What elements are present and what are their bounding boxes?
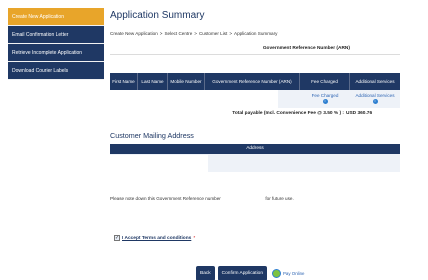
note-text-after: for future use. [265,196,294,202]
redacted-block [110,90,278,108]
page-title: Application Summary [110,10,205,21]
fee-charged-cell: Fee Charged i [300,93,350,104]
mailing-address-title: Customer Mailing Address [110,131,194,140]
column-header-mobile-number: Mobile Number [168,73,205,90]
confirm-application-button[interactable]: Confirm Application [217,266,267,280]
main-content: Application Summary Create New Applicati… [110,10,400,280]
breadcrumb-item: Create New Application [110,31,158,36]
column-header-last-name: Last Name [138,73,168,90]
column-header-fee-charged: Fee Charged [300,73,350,90]
total-payable-row: Total payable (Incl. Convenience Fee @ 3… [110,109,400,119]
sidebar-item-retrieve-incomplete-application[interactable]: Retrieve Incomplete Application [8,44,104,62]
sidebar-item-create-new-application[interactable]: Create New Application [8,8,104,26]
breadcrumb-separator: > [159,31,163,36]
terms-row: ✓ I Accept Terms and conditions * [114,235,195,241]
additional-services-link[interactable]: Additional Services [350,93,400,98]
arn-note: Please note down this Government Referen… [110,196,294,202]
action-buttons: Back Confirm Application Pay Online [196,266,304,280]
sidebar-nav: Create New Application Email Confirmatio… [8,8,104,80]
info-icon[interactable]: i [322,99,328,104]
column-header-additional-services: Additional Services [355,78,395,84]
fee-charged-link[interactable]: Fee Charged [300,93,350,98]
additional-services-cell: Additional Services i [350,93,400,104]
table-row [110,154,400,172]
back-button[interactable]: Back [196,266,215,280]
pay-online-label: Pay Online [283,271,305,276]
total-payable-value: USD 360.76 [346,111,373,116]
sidebar-item-email-confirmation-letter[interactable]: Email Confirmation Letter [8,26,104,44]
required-marker: * [193,235,196,241]
breadcrumb-item: Customer List [198,31,228,36]
pay-online-button[interactable]: Pay Online [272,269,304,278]
breadcrumb-separator: > [229,31,232,36]
info-icon[interactable]: i [372,99,378,104]
table-row: Fee Charged i Additional Services i [110,90,400,108]
sidebar-item-download-courier-labels[interactable]: Download Courier Labels [8,62,104,80]
breadcrumb-separator: > [194,31,197,36]
breadcrumb-item: Application Summary [234,31,278,36]
column-header-first-name: First Name [110,73,138,90]
redacted-arn [222,196,265,202]
breadcrumb-item: Select Centre [164,31,193,36]
redacted-block [110,155,208,172]
note-text-before: Please note down this Government Referen… [110,196,221,202]
summary-table-header: First Name Last Name Mobile Number Gover… [110,73,400,90]
address-column-header: Address [110,144,400,154]
pay-online-icon [272,269,281,278]
terms-link[interactable]: I Accept Terms and conditions [122,236,191,241]
arn-header: Government Reference Number (ARN) [110,43,400,55]
total-payable-label: Total payable (Incl. Convenience Fee @ 3… [232,111,344,116]
terms-checkbox[interactable]: ✓ [114,235,120,241]
breadcrumb: Create New Application > Select Centre > Cus… [110,31,277,36]
column-header-arn: Government Reference Number (ARN) [205,73,300,90]
